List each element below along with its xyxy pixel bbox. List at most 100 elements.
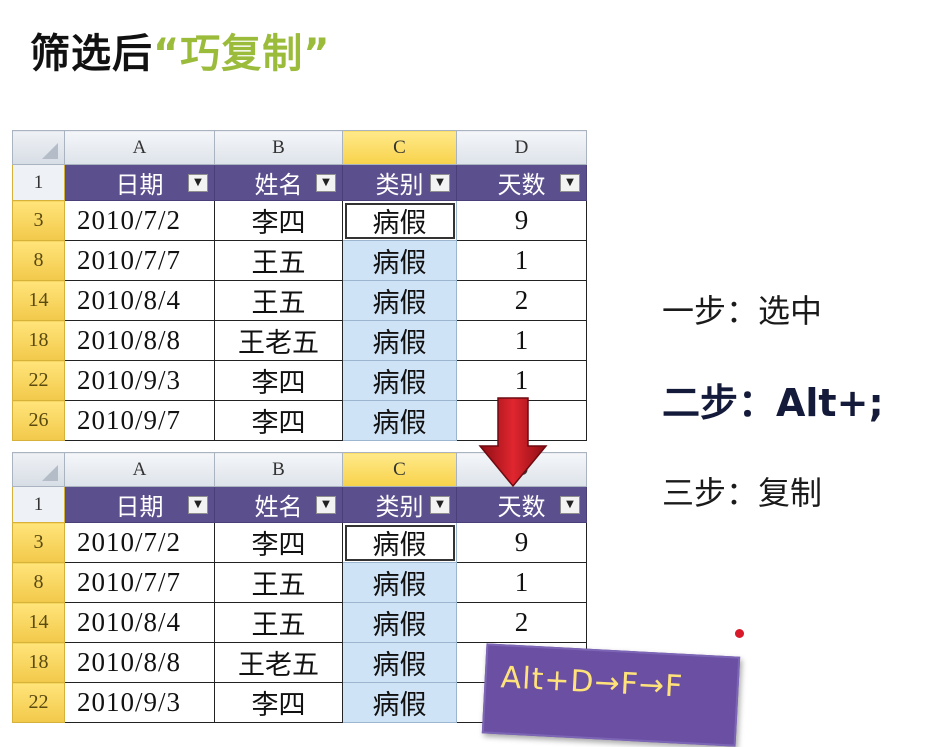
row-number[interactable]: 22 xyxy=(12,360,65,401)
dropdown-icon[interactable]: ▼ xyxy=(560,174,580,192)
row-number[interactable]: 8 xyxy=(12,240,65,281)
name-cell[interactable]: 王五 xyxy=(214,240,343,281)
select-all-triangle-icon xyxy=(42,465,58,481)
type-cell[interactable]: 病假 xyxy=(342,400,457,441)
header-cell-date[interactable]: 日期 ▼ xyxy=(64,486,215,523)
days-cell[interactable]: 1 xyxy=(456,320,587,361)
header-cell-type[interactable]: 类别 ▼ xyxy=(342,486,457,523)
dropdown-icon[interactable]: ▼ xyxy=(316,496,336,514)
header-label-name: 姓名 xyxy=(254,493,303,521)
date-cell[interactable]: 2010/8/4 xyxy=(64,602,215,643)
table-header-row: 1 日期 ▼ 姓名 ▼ 类别 ▼ 天数 ▼ xyxy=(12,164,587,201)
days-cell[interactable]: 2 xyxy=(456,280,587,321)
row-number[interactable]: 1 xyxy=(12,164,65,201)
column-header-c[interactable]: C xyxy=(342,452,457,487)
type-cell[interactable]: 病假 xyxy=(342,562,457,603)
row-number[interactable]: 3 xyxy=(12,200,65,241)
row-number[interactable]: 14 xyxy=(12,280,65,321)
type-cell[interactable]: 病假 xyxy=(342,200,457,241)
row-number[interactable]: 14 xyxy=(12,602,65,643)
column-header-b[interactable]: B xyxy=(214,130,343,165)
row-number[interactable]: 26 xyxy=(12,400,65,441)
name-cell[interactable]: 李四 xyxy=(214,200,343,241)
days-cell[interactable]: 2 xyxy=(456,602,587,643)
date-cell[interactable]: 2010/9/7 xyxy=(64,400,215,441)
table-row: 3 2010/7/2 李四 病假 9 xyxy=(12,200,587,241)
type-cell[interactable]: 病假 xyxy=(342,522,457,563)
dropdown-icon[interactable]: ▼ xyxy=(188,496,208,514)
table-header-row: 1 日期 ▼ 姓名 ▼ 类别 ▼ 天数 ▼ xyxy=(12,486,587,523)
table-row: 8 2010/7/7 王五 病假 1 xyxy=(12,240,587,281)
header-label-name: 姓名 xyxy=(254,171,303,199)
row-number[interactable]: 18 xyxy=(12,320,65,361)
header-label-days: 天数 xyxy=(497,493,546,521)
type-cell[interactable]: 病假 xyxy=(342,280,457,321)
date-cell[interactable]: 2010/7/2 xyxy=(64,200,215,241)
type-cell[interactable]: 病假 xyxy=(342,360,457,401)
step-three-text: 三步：复制 xyxy=(662,474,823,512)
header-cell-days[interactable]: 天数 ▼ xyxy=(456,486,587,523)
row-number[interactable]: 18 xyxy=(12,642,65,683)
date-cell[interactable]: 2010/7/7 xyxy=(64,562,215,603)
name-cell[interactable]: 李四 xyxy=(214,522,343,563)
name-cell[interactable]: 王五 xyxy=(214,562,343,603)
header-cell-name[interactable]: 姓名 ▼ xyxy=(214,164,343,201)
days-cell[interactable]: 9 xyxy=(456,200,587,241)
select-all-button[interactable] xyxy=(12,452,65,487)
date-cell[interactable]: 2010/8/4 xyxy=(64,280,215,321)
date-cell[interactable]: 2010/8/8 xyxy=(64,320,215,361)
header-cell-date[interactable]: 日期 ▼ xyxy=(64,164,215,201)
title-accent: “巧复制” xyxy=(153,31,331,77)
down-arrow-icon xyxy=(478,397,548,488)
row-number[interactable]: 22 xyxy=(12,682,65,723)
type-cell[interactable]: 病假 xyxy=(342,602,457,643)
name-cell[interactable]: 王老五 xyxy=(214,642,343,683)
spreadsheet-before: A B C D 1 日期 ▼ 姓名 ▼ 类别 ▼ 天数 ▼ 3 2010/7/2 李四 … xyxy=(12,130,587,441)
date-cell[interactable]: 2010/9/3 xyxy=(64,682,215,723)
dropdown-icon[interactable]: ▼ xyxy=(560,496,580,514)
step-one-text: 一步：选中 xyxy=(662,292,823,330)
title-main: 筛选后 xyxy=(30,31,153,77)
days-cell[interactable]: 1 xyxy=(456,240,587,281)
filter-active-icon[interactable]: ▼ xyxy=(430,174,450,192)
dropdown-icon[interactable]: ▼ xyxy=(316,174,336,192)
header-cell-days[interactable]: 天数 ▼ xyxy=(456,164,587,201)
days-cell[interactable]: 1 xyxy=(456,360,587,401)
name-cell[interactable]: 王老五 xyxy=(214,320,343,361)
column-header-a[interactable]: A xyxy=(64,130,215,165)
column-header-a[interactable]: A xyxy=(64,452,215,487)
type-cell[interactable]: 病假 xyxy=(342,240,457,281)
date-cell[interactable]: 2010/8/8 xyxy=(64,642,215,683)
name-cell[interactable]: 王五 xyxy=(214,602,343,643)
table-row: 22 2010/9/3 李四 病假 1 xyxy=(12,360,587,401)
column-header-row: A B C D xyxy=(12,130,587,165)
date-cell[interactable]: 2010/9/3 xyxy=(64,360,215,401)
select-all-button[interactable] xyxy=(12,130,65,165)
row-number[interactable]: 8 xyxy=(12,562,65,603)
filter-active-icon[interactable]: ▼ xyxy=(430,496,450,514)
table-row: 8 2010/7/7 王五 病假 1 xyxy=(12,562,587,603)
dropdown-icon[interactable]: ▼ xyxy=(188,174,208,192)
date-cell[interactable]: 2010/7/7 xyxy=(64,240,215,281)
type-cell[interactable]: 病假 xyxy=(342,320,457,361)
type-cell[interactable]: 病假 xyxy=(342,682,457,723)
column-header-c[interactable]: C xyxy=(342,130,457,165)
date-cell[interactable]: 2010/7/2 xyxy=(64,522,215,563)
type-cell[interactable]: 病假 xyxy=(342,642,457,683)
step-two-text: 二步：Alt+; xyxy=(662,381,884,425)
header-label-days: 天数 xyxy=(497,171,546,199)
column-header-d[interactable]: D xyxy=(456,130,587,165)
name-cell[interactable]: 李四 xyxy=(214,682,343,723)
days-cell[interactable]: 9 xyxy=(456,522,587,563)
row-number[interactable]: 3 xyxy=(12,522,65,563)
name-cell[interactable]: 李四 xyxy=(214,360,343,401)
days-cell[interactable]: 1 xyxy=(456,562,587,603)
header-cell-type[interactable]: 类别 ▼ xyxy=(342,164,457,201)
table-row: 14 2010/8/4 王五 病假 2 xyxy=(12,602,587,643)
row-number[interactable]: 1 xyxy=(12,486,65,523)
name-cell[interactable]: 李四 xyxy=(214,400,343,441)
header-cell-name[interactable]: 姓名 ▼ xyxy=(214,486,343,523)
name-cell[interactable]: 王五 xyxy=(214,280,343,321)
header-label-date: 日期 xyxy=(115,171,164,199)
column-header-b[interactable]: B xyxy=(214,452,343,487)
